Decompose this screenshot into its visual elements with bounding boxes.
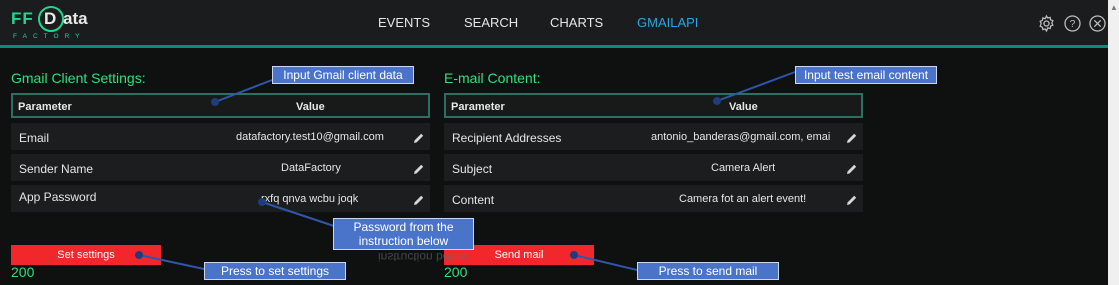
table-row: Content Camera fot an alert event! xyxy=(444,185,863,212)
scrollbar[interactable] xyxy=(1108,0,1119,285)
parameter-label: App Password xyxy=(19,190,97,204)
nav-charts[interactable]: CHARTS xyxy=(550,15,603,30)
table-row: App Password rxfq qnva wcbu joqk xyxy=(11,185,430,212)
email-content-title: E-mail Content: xyxy=(444,70,541,86)
svg-text:?: ? xyxy=(1069,19,1075,30)
help-icon[interactable]: ? xyxy=(1062,13,1082,33)
parameter-label: Content xyxy=(452,193,495,207)
edit-pencil-icon[interactable] xyxy=(413,162,425,174)
callout-press-set-settings: Press to set settings xyxy=(204,262,346,280)
column-header-value: Value xyxy=(729,101,758,113)
callout-password-line2: instruction below xyxy=(358,234,449,248)
callout-reflection: instruction below xyxy=(378,250,468,264)
parameter-label: Recipient Addresses xyxy=(452,131,562,145)
callout-password-instruction: Password from the instruction below xyxy=(333,218,474,250)
edit-pencil-icon[interactable] xyxy=(846,193,858,205)
callout-input-email-content: Input test email content xyxy=(795,66,937,84)
parameter-label: Email xyxy=(19,131,50,145)
logo-factory: FACTORY xyxy=(13,33,86,40)
table-row: Recipient Addresses antonio_banderas@gma… xyxy=(444,123,863,150)
edit-pencil-icon[interactable] xyxy=(413,131,425,143)
column-header-parameter: Parameter xyxy=(451,101,505,113)
column-header-parameter: Parameter xyxy=(18,101,72,113)
callout-password-line1: Password from the xyxy=(353,220,454,234)
table-row: Subject Camera Alert xyxy=(444,154,863,181)
nav-gmailapi[interactable]: GMAILAPI xyxy=(637,15,698,30)
annotation-dot xyxy=(211,98,219,106)
logo-ata: ata xyxy=(63,9,88,28)
close-icon[interactable] xyxy=(1087,13,1107,33)
column-header-value: Value xyxy=(296,101,325,113)
email-value: datafactory.test10@gmail.com xyxy=(236,131,384,143)
annotation-dot xyxy=(570,251,578,259)
callout-input-client-data: Input Gmail client data xyxy=(272,66,414,84)
gmail-settings-table-header: Parameter Value xyxy=(11,93,430,118)
settings-status-code: 200 xyxy=(11,264,35,280)
recipient-addresses-value: antonio_banderas@gmail.com, emai xyxy=(651,131,831,143)
parameter-label: Sender Name xyxy=(19,162,94,176)
logo-d: D xyxy=(44,9,57,28)
gear-icon[interactable] xyxy=(1036,13,1056,33)
edit-pencil-icon[interactable] xyxy=(846,162,858,174)
edit-pencil-icon[interactable] xyxy=(413,193,425,205)
gmail-settings-title: Gmail Client Settings: xyxy=(11,70,146,86)
nav-events[interactable]: EVENTS xyxy=(378,15,430,30)
app-password-value: rxfq qnva wcbu joqk xyxy=(261,193,359,205)
edit-pencil-icon[interactable] xyxy=(846,131,858,143)
table-row: Email datafactory.test10@gmail.com xyxy=(11,123,430,150)
annotation-dot xyxy=(135,251,143,259)
subject-value: Camera Alert xyxy=(711,162,776,174)
send-status-code: 200 xyxy=(444,264,468,280)
annotation-dot xyxy=(258,198,266,206)
parameter-label: Subject xyxy=(452,162,493,176)
table-row: Sender Name DataFactory xyxy=(11,154,430,181)
content-value: Camera fot an alert event! xyxy=(679,193,807,205)
scroll-up-arrow-icon[interactable]: ▲ xyxy=(1110,3,1118,12)
callout-press-send-mail: Press to send mail xyxy=(637,262,779,280)
email-content-table-header: Parameter Value xyxy=(444,93,863,118)
header-divider xyxy=(0,45,1108,48)
nav-search[interactable]: SEARCH xyxy=(464,15,518,30)
logo-ff: FF xyxy=(11,9,34,28)
sender-name-value: DataFactory xyxy=(281,162,341,174)
annotation-dot xyxy=(713,97,721,105)
